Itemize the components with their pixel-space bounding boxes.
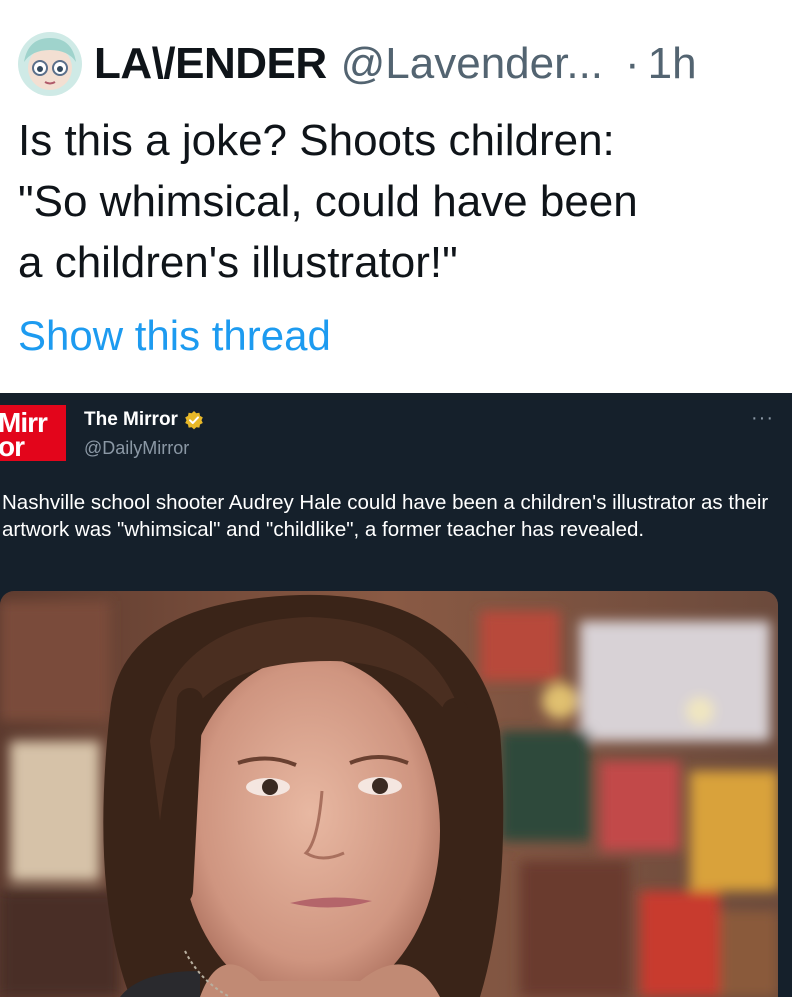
mirror-logo-line2: or xyxy=(0,431,25,461)
tweet-header: LA\/ENDER @Lavender... · 1h xyxy=(18,32,697,96)
tweet-text: Is this a joke? Shoots children: "So whi… xyxy=(18,116,638,287)
portrait-photo xyxy=(0,591,778,997)
timestamp[interactable]: 1h xyxy=(648,39,697,89)
inner-account-name: The Mirror xyxy=(84,409,204,431)
inner-tweet-text: Nashville school shooter Audrey Hale cou… xyxy=(2,491,769,541)
avatar[interactable] xyxy=(18,32,82,96)
anime-avatar-icon xyxy=(18,32,82,96)
portrait-photo-image xyxy=(0,591,778,997)
show-thread-link[interactable]: Show this thread xyxy=(18,312,331,360)
inner-display-name: The Mirror xyxy=(84,409,178,430)
user-handle[interactable]: @Lavender... xyxy=(341,39,603,89)
screenshot-page: LA\/ENDER @Lavender... · 1h Is this a jo… xyxy=(0,0,792,997)
display-name[interactable]: LA\/ENDER xyxy=(94,39,327,89)
inner-handle: @DailyMirror xyxy=(84,438,190,458)
verified-badge-icon xyxy=(185,411,203,430)
mirror-logo: Mirr or xyxy=(0,405,66,461)
more-options-icon: ··· xyxy=(751,407,774,429)
separator-dot: · xyxy=(625,39,640,88)
embedded-tweet-image[interactable]: Mirr or The Mirror @DailyMirror ··· Nash… xyxy=(0,393,792,997)
